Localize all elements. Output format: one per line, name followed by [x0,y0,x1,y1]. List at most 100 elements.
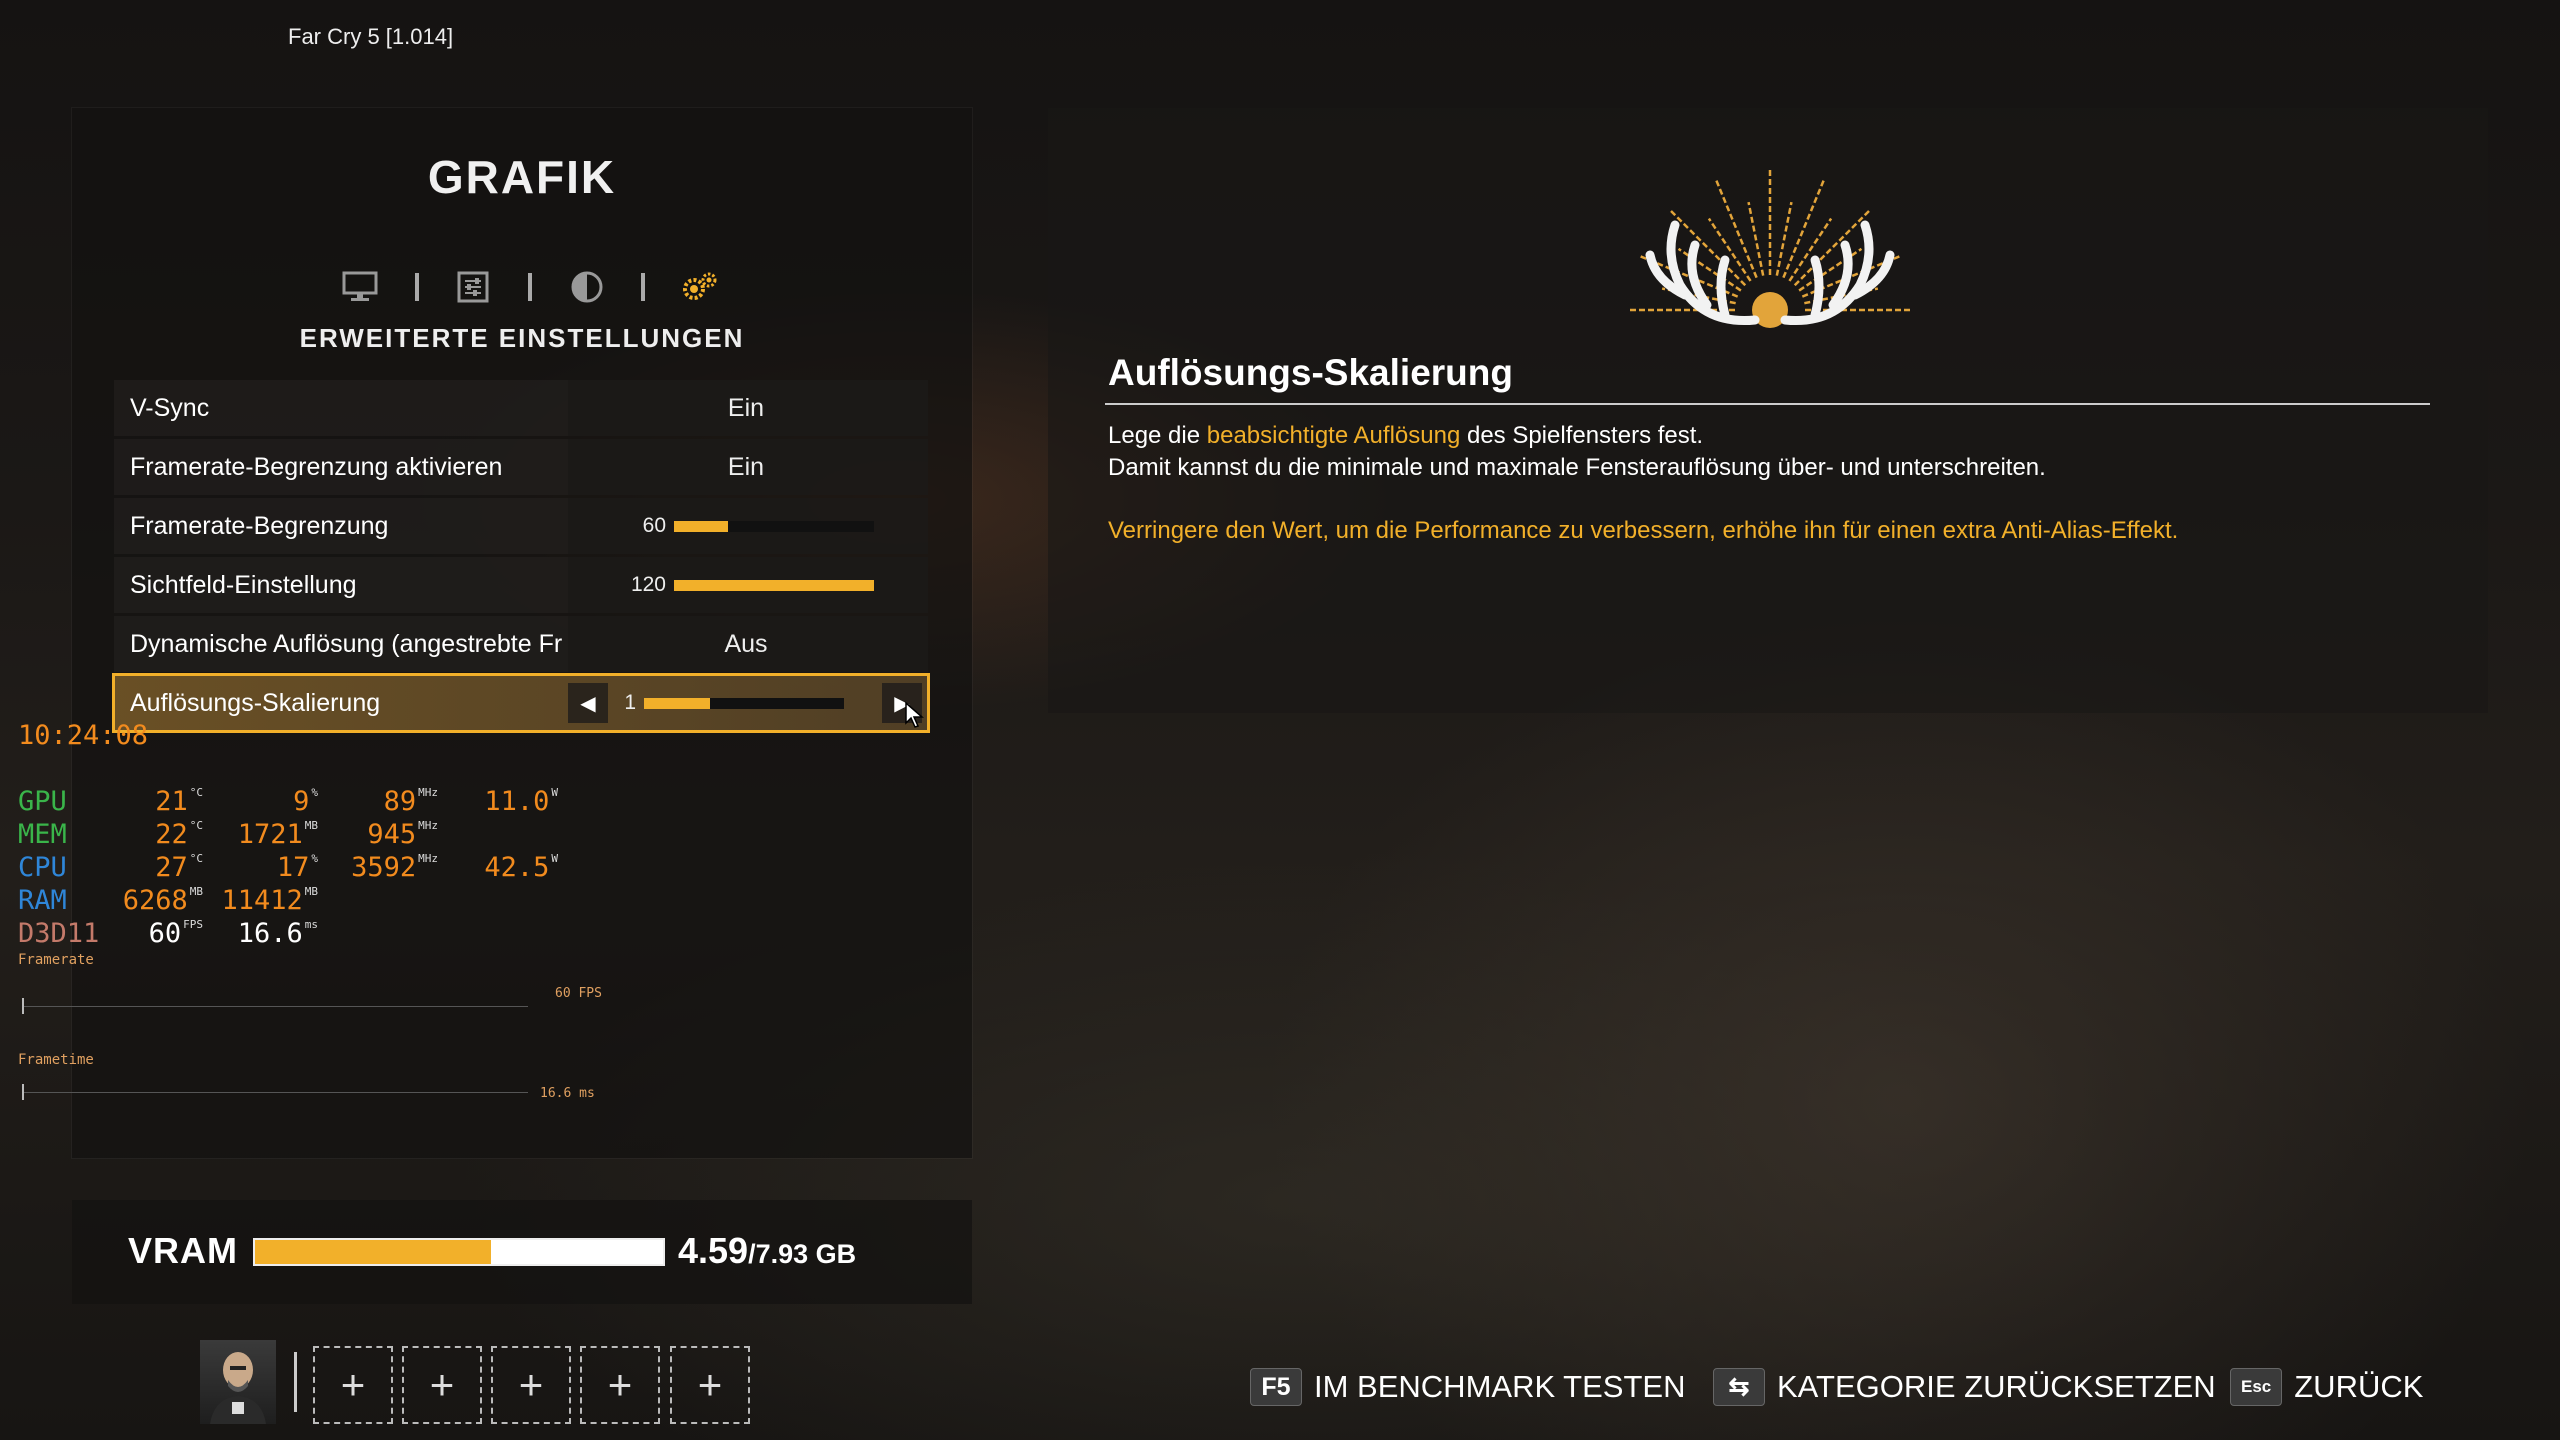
overlay-clock: 10:24:08 [18,720,149,751]
empty-slot-1[interactable]: + [313,1346,393,1424]
overlay-value: 11412 MB [208,885,318,916]
overlay-number: 21 [155,786,188,817]
framerate-reference: 60 FPS [555,986,602,1001]
empty-slot-5[interactable]: + [670,1346,750,1424]
overlay-row-ram: RAM 6268 MB 11412 MB [18,885,578,917]
overlay-row-gpu: GPU 21 °C 9% 89 MHz 11.0 W [18,786,578,818]
empty-slot-2[interactable]: + [402,1346,482,1424]
avatar-portrait-icon [210,1352,266,1424]
reset-category-prompt[interactable]: ⇆ KATEGORIE ZURÜCKSETZEN [1713,1365,2216,1409]
category-tabs [340,262,720,312]
prompt-label: KATEGORIE ZURÜCKSETZEN [1777,1369,2216,1404]
setting-value: Aus [724,629,768,658]
overlay-value: 6268 MB [88,885,203,916]
slider-track[interactable] [674,520,874,532]
framerate-graph-line [22,1006,528,1007]
setting-label: Dynamische Auflösung (angestrebte Fr [130,629,563,658]
slider-track[interactable] [644,697,844,709]
avatar[interactable] [200,1340,276,1424]
antler-emblem-icon [1630,170,1910,328]
overlay-value: 1721 MB [208,819,318,850]
overlay-value: 945 MHz [338,819,438,850]
tab-divider [641,273,646,301]
overlay-unit: ms [304,918,318,931]
overlay-unit: % [311,852,318,865]
overlay-row-name: GPU [18,786,67,817]
setting-row-resolution-scaling[interactable]: Auflösungs-Skalierung ◀ 1 ▶ [112,673,930,733]
vram-bar-fill [255,1240,492,1264]
detail-divider [1105,403,2430,405]
overlay-value: 21 °C [88,786,203,817]
gears-icon[interactable] [680,267,720,307]
overlay-value: 89 MHz [338,786,438,817]
overlay-value: 16.6 ms [208,918,318,949]
overlay-value: 42.5 W [478,852,558,883]
setting-row-fov[interactable]: Sichtfeld-Einstellung 120 [114,557,928,613]
overlay-number: 3592 [351,852,417,883]
slider[interactable]: 1 [584,675,844,731]
overlay-unit: °C [189,819,203,832]
vram-value: 4.59/7.93 GB [678,1230,856,1272]
setting-label: Framerate-Begrenzung [130,511,389,540]
overlay-unit: MB [189,885,203,898]
frametime-reference: 16.6 ms [540,1086,595,1101]
overlay-value: 22 °C [88,819,203,850]
overlay-row-mem: MEM 22 °C 1721 MB 945 MHz [18,819,578,851]
overlay-value: 60 FPS [88,918,203,949]
overlay-number: 22 [155,819,188,850]
benchmark-prompt[interactable]: F5 IM BENCHMARK TESTEN [1250,1365,1685,1409]
vram-label: VRAM [128,1230,238,1271]
detail-description-line1: Lege die beabsichtigte Auflösung des Spi… [1108,422,1703,450]
setting-value: Ein [727,393,765,422]
tab-divider [414,273,419,301]
framerate-graph-marker [22,998,24,1014]
empty-slot-4[interactable]: + [580,1346,660,1424]
overlay-unit: W [551,786,558,799]
setting-label: Framerate-Begrenzung aktivieren [130,452,503,481]
overlay-unit: MB [304,819,318,832]
overlay-value: 11.0 W [478,786,558,817]
desc-highlight: beabsichtigte Auflösung [1206,422,1461,449]
setting-label: V-Sync [130,393,210,422]
vram-total: /7.93 GB [748,1239,857,1269]
slider[interactable]: 120 [614,557,874,613]
overlay-unit: MHz [418,786,438,799]
sliders-icon[interactable] [453,267,493,307]
overlay-number: 60 [148,918,182,949]
overlay-number: 27 [155,852,188,883]
vram-bar [253,1238,665,1266]
slider-value: 60 [642,514,666,537]
f5-key-icon: F5 [1250,1368,1302,1406]
setting-row-framerate-limit[interactable]: Framerate-Begrenzung 60 [114,498,928,554]
overlay-number: 17 [276,852,310,883]
slider[interactable]: 60 [614,498,874,554]
overlay-number: 6268 [122,885,188,916]
prompt-label: IM BENCHMARK TESTEN [1314,1369,1686,1404]
slider-track[interactable] [674,579,874,591]
overlay-value: 27 °C [88,852,203,883]
overlay-unit: W [551,852,558,865]
overlay-number: 42.5 [484,852,550,883]
setting-row-vsync[interactable]: V-Sync Ein [114,380,928,436]
overlay-unit: % [311,786,318,799]
overlay-unit: FPS [183,918,203,931]
tab-divider [527,273,532,301]
back-prompt[interactable]: Esc ZURÜCK [2230,1365,2423,1409]
overlay-row-d3d11: D3D11 60 FPS 16.6 ms [18,918,578,950]
contrast-icon[interactable] [567,267,607,307]
detail-title: Auflösungs-Skalierung [1108,352,1513,393]
setting-row-framerate-limit-enable[interactable]: Framerate-Begrenzung aktivieren Ein [114,439,928,495]
setting-label: Auflösungs-Skalierung [130,688,381,717]
frametime-graph-line [22,1092,528,1093]
setting-value: Ein [727,452,765,481]
overlay-unit: MHz [418,819,438,832]
desc-text: des Spielfensters fest. [1460,422,1704,449]
desc-text: Lege die [1108,422,1207,449]
setting-row-dynamic-resolution[interactable]: Dynamische Auflösung (angestrebte Fr Aus [114,616,928,672]
empty-slot-3[interactable]: + [491,1346,571,1424]
overlay-number: 89 [383,786,417,817]
slider-fill [674,520,728,532]
settings-list: V-Sync Ein Framerate-Begrenzung aktivier… [112,380,930,734]
monitor-icon[interactable] [340,267,380,307]
overlay-value: 3592 MHz [338,852,438,883]
